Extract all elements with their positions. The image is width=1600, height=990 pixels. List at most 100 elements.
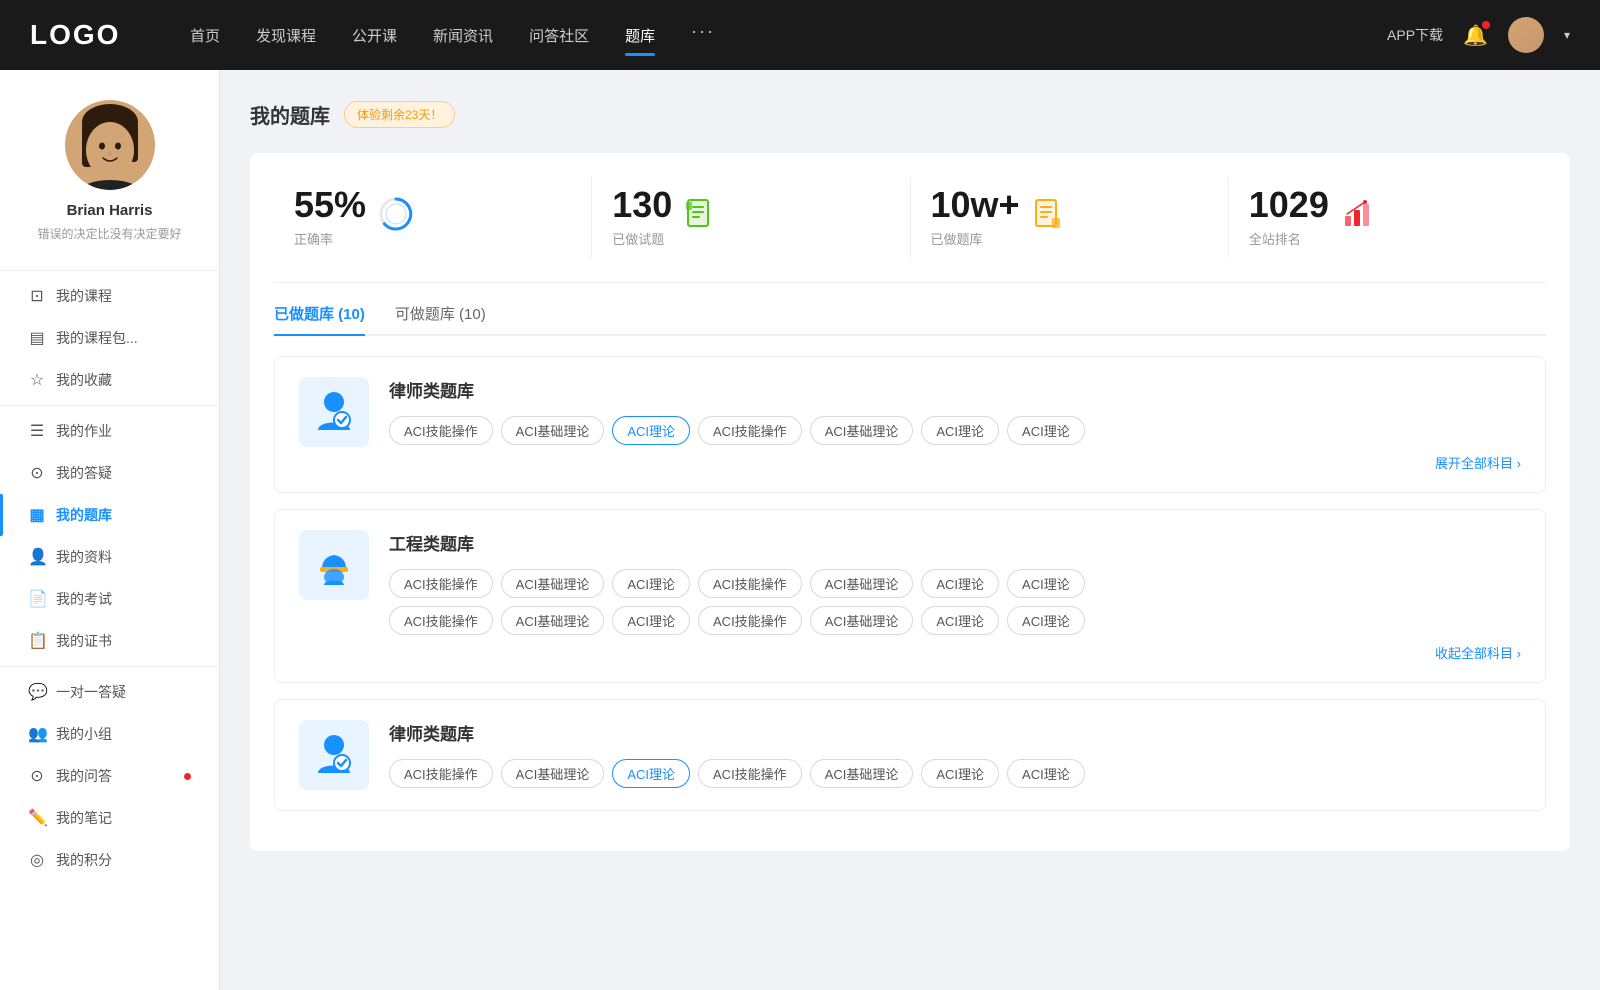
tab-done[interactable]: 已做题库 (10) [274, 303, 365, 334]
sidebar-item-mydata[interactable]: 👤 我的资料 [0, 536, 219, 578]
doc-yellow-icon [1032, 198, 1064, 237]
sidebar-item-mypoints[interactable]: ◎ 我的积分 [0, 839, 219, 881]
sidebar-label-mycourse: 我的课程 [56, 286, 191, 306]
notification-dot [1482, 21, 1490, 29]
bar-chart-icon [1341, 198, 1373, 237]
bank-tags-engineer-row2: ACI技能操作 ACI基础理论 ACI理论 ACI技能操作 ACI基础理论 AC… [389, 606, 1521, 635]
sidebar-label-homework: 我的作业 [56, 421, 191, 441]
tag-lawyer1-6[interactable]: ACI理论 [921, 416, 999, 445]
sidebar-username: Brian Harris [20, 202, 199, 219]
page-wrap: Brian Harris 错误的决定比没有决定要好 ⊡ 我的课程 ▤ 我的课程包… [0, 70, 1600, 990]
myqa-icon: ⊙ [28, 463, 46, 483]
stat-donebank: 10w+ 已做题库 [911, 177, 1229, 258]
trial-badge: 体验剩余23天！ [344, 101, 455, 128]
1on1-icon: 💬 [28, 682, 46, 702]
stat-accuracy-texts: 55% 正确率 [294, 187, 366, 248]
stat-accuracy: 55% 正确率 [274, 177, 592, 258]
sidebar-item-mypkg[interactable]: ▤ 我的课程包... [0, 317, 219, 359]
tag-eng-11[interactable]: ACI技能操作 [698, 606, 802, 635]
avatar[interactable] [1508, 17, 1544, 53]
tag-lawyer2-5[interactable]: ACI基础理论 [810, 759, 914, 788]
tag-eng-10[interactable]: ACI理论 [612, 606, 690, 635]
tag-lawyer1-5[interactable]: ACI基础理论 [810, 416, 914, 445]
tag-eng-14[interactable]: ACI理论 [1007, 606, 1085, 635]
tag-eng-8[interactable]: ACI技能操作 [389, 606, 493, 635]
tag-lawyer1-7[interactable]: ACI理论 [1007, 416, 1085, 445]
sidebar-item-myanswer[interactable]: ⊙ 我的问答 [0, 755, 219, 797]
tag-lawyer2-2[interactable]: ACI基础理论 [501, 759, 605, 788]
tag-lawyer1-1[interactable]: ACI技能操作 [389, 416, 493, 445]
tag-lawyer1-3[interactable]: ACI理论 [612, 416, 690, 445]
mypoints-icon: ◎ [28, 850, 46, 870]
collapse-engineer[interactable]: 收起全部科目 › [1435, 643, 1521, 662]
bank-icon-engineer [299, 530, 369, 600]
tag-eng-2[interactable]: ACI基础理论 [501, 569, 605, 598]
sidebar-divider-1 [0, 405, 219, 406]
tag-lawyer2-6[interactable]: ACI理论 [921, 759, 999, 788]
tag-lawyer2-7[interactable]: ACI理论 [1007, 759, 1085, 788]
sidebar-item-homework[interactable]: ☰ 我的作业 [0, 410, 219, 452]
nav-questionbank[interactable]: 题库 [625, 21, 655, 50]
sidebar-item-mycert[interactable]: 📋 我的证书 [0, 620, 219, 662]
sidebar-label-mycert: 我的证书 [56, 631, 191, 651]
sidebar-label-mynotes: 我的笔记 [56, 808, 191, 828]
tag-eng-5[interactable]: ACI基础理论 [810, 569, 914, 598]
tag-eng-7[interactable]: ACI理论 [1007, 569, 1085, 598]
pie-chart-icon [378, 196, 414, 239]
tag-lawyer2-4[interactable]: ACI技能操作 [698, 759, 802, 788]
tag-eng-12[interactable]: ACI基础理论 [810, 606, 914, 635]
bank-name-engineer: 工程类题库 [389, 530, 1521, 555]
nav-qa[interactable]: 问答社区 [529, 21, 589, 50]
sidebar-label-mypoints: 我的积分 [56, 850, 191, 870]
sidebar-item-myexam[interactable]: 📄 我的考试 [0, 578, 219, 620]
sidebar-item-1on1[interactable]: 💬 一对一答疑 [0, 671, 219, 713]
sidebar-label-myqa: 我的答疑 [56, 463, 191, 483]
tag-lawyer2-3[interactable]: ACI理论 [612, 759, 690, 788]
mygroup-icon: 👥 [28, 724, 46, 744]
bank-item-engineer: 工程类题库 ACI技能操作 ACI基础理论 ACI理论 ACI技能操作 ACI基… [274, 509, 1546, 683]
bank-name-lawyer2: 律师类题库 [389, 720, 1521, 745]
tag-eng-6[interactable]: ACI理论 [921, 569, 999, 598]
tag-lawyer1-2[interactable]: ACI基础理论 [501, 416, 605, 445]
sidebar-profile: Brian Harris 错误的决定比没有决定要好 [0, 100, 219, 266]
sidebar-item-mybank[interactable]: ▦ 我的题库 [0, 494, 219, 536]
bank-tags-lawyer2: ACI技能操作 ACI基础理论 ACI理论 ACI技能操作 ACI基础理论 AC… [389, 759, 1521, 788]
stat-accuracy-value: 55% [294, 187, 366, 223]
app-download-button[interactable]: APP下载 [1387, 25, 1443, 45]
tag-eng-9[interactable]: ACI基础理论 [501, 606, 605, 635]
nav-discover[interactable]: 发现课程 [256, 21, 316, 50]
nav-home[interactable]: 首页 [190, 21, 220, 50]
tag-eng-3[interactable]: ACI理论 [612, 569, 690, 598]
tag-eng-4[interactable]: ACI技能操作 [698, 569, 802, 598]
tag-lawyer2-1[interactable]: ACI技能操作 [389, 759, 493, 788]
bank-icon-lawyer2 [299, 720, 369, 790]
bank-tags-lawyer1: ACI技能操作 ACI基础理论 ACI理论 ACI技能操作 ACI基础理论 AC… [389, 416, 1521, 445]
myanswer-icon: ⊙ [28, 766, 46, 786]
logo[interactable]: LOGO [30, 19, 130, 51]
tag-lawyer1-4[interactable]: ACI技能操作 [698, 416, 802, 445]
expand-lawyer1[interactable]: 展开全部科目 › [1435, 453, 1521, 472]
tag-eng-1[interactable]: ACI技能操作 [389, 569, 493, 598]
sidebar-item-mycourse[interactable]: ⊡ 我的课程 [0, 275, 219, 317]
tab-available[interactable]: 可做题库 (10) [395, 303, 486, 334]
sidebar-item-mygroup[interactable]: 👥 我的小组 [0, 713, 219, 755]
sidebar-label-favorites: 我的收藏 [56, 370, 191, 390]
stat-ranking-label: 全站排名 [1249, 229, 1329, 248]
mypkg-icon: ▤ [28, 328, 46, 348]
stat-donebank-label: 已做题库 [931, 229, 1020, 248]
nav-opencourse[interactable]: 公开课 [352, 21, 397, 50]
nav-more[interactable]: ··· [691, 21, 715, 50]
tag-eng-13[interactable]: ACI理论 [921, 606, 999, 635]
sidebar-item-favorites[interactable]: ☆ 我的收藏 [0, 359, 219, 401]
notification-bell[interactable]: 🔔 [1463, 23, 1488, 48]
sidebar-label-1on1: 一对一答疑 [56, 682, 191, 702]
bank-body-engineer: 工程类题库 ACI技能操作 ACI基础理论 ACI理论 ACI技能操作 ACI基… [389, 530, 1521, 662]
sidebar-divider-top [0, 270, 219, 271]
avatar-dropdown-caret[interactable]: ▾ [1564, 28, 1570, 42]
sidebar-item-myqa[interactable]: ⊙ 我的答疑 [0, 452, 219, 494]
navbar-right: APP下载 🔔 ▾ [1387, 17, 1570, 53]
nav-news[interactable]: 新闻资讯 [433, 21, 493, 50]
bank-body-lawyer2: 律师类题库 ACI技能操作 ACI基础理论 ACI理论 ACI技能操作 ACI基… [389, 720, 1521, 788]
homework-icon: ☰ [28, 421, 46, 441]
sidebar-item-mynotes[interactable]: ✏️ 我的笔记 [0, 797, 219, 839]
